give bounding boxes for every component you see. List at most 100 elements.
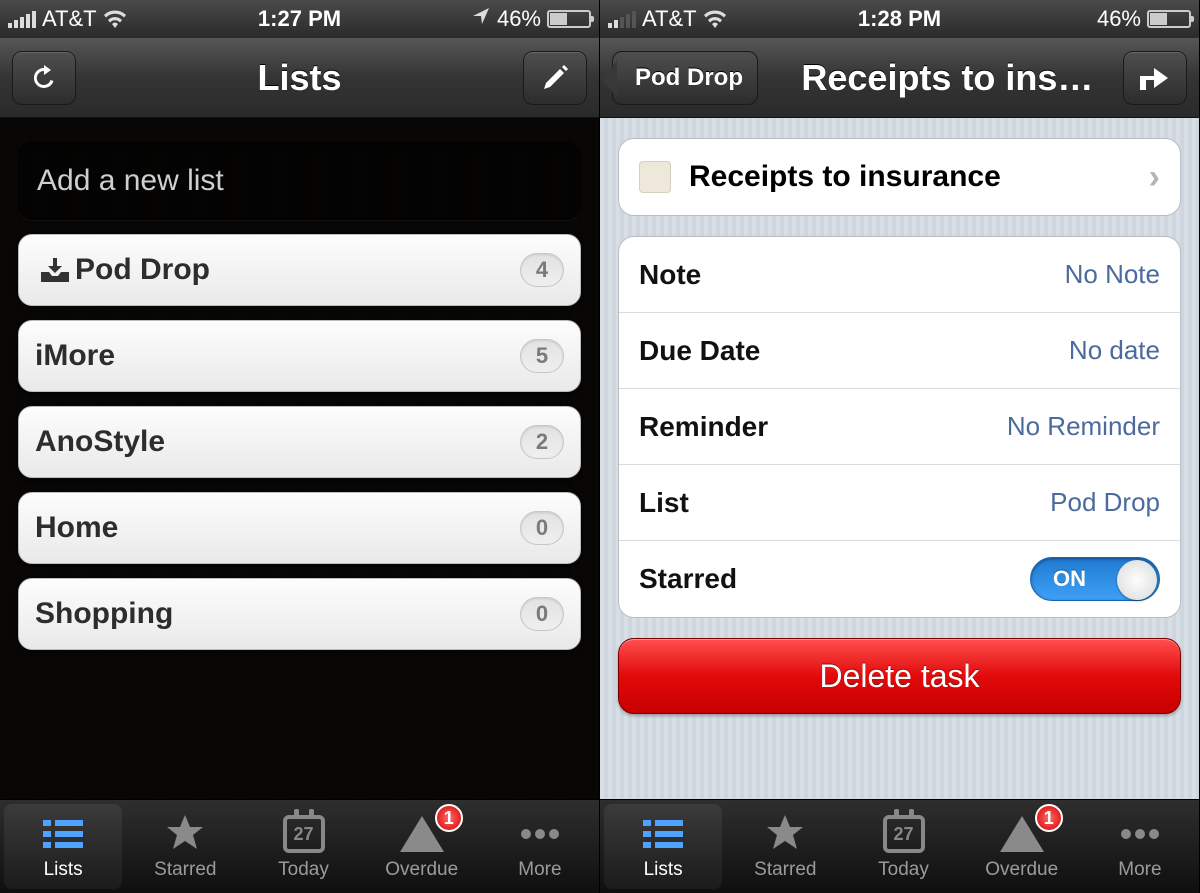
list-value: Pod Drop xyxy=(1050,487,1160,518)
status-time: 1:28 PM xyxy=(858,6,941,32)
inbox-icon xyxy=(35,256,75,284)
note-cell[interactable]: Note No Note xyxy=(619,237,1180,313)
lists-content: Add a new list Pod Drop4 iMore5 AnoStyle2 H… xyxy=(0,118,599,799)
task-checkbox[interactable] xyxy=(639,161,671,193)
tab-overdue[interactable]: Overdue 1 xyxy=(363,800,481,893)
reminder-label: Reminder xyxy=(639,411,1007,443)
tab-label: Today xyxy=(878,859,929,881)
location-icon xyxy=(471,6,491,32)
note-value: No Note xyxy=(1065,259,1160,290)
tab-more[interactable]: More xyxy=(1081,800,1199,893)
reminder-cell[interactable]: Reminder No Reminder xyxy=(619,389,1180,465)
chevron-right-icon: › xyxy=(1149,158,1160,197)
starred-cell: Starred ON xyxy=(619,541,1180,617)
tab-today[interactable]: 27 Today xyxy=(244,800,362,893)
carrier-label: AT&T xyxy=(42,6,97,32)
list-name: iMore xyxy=(35,339,520,373)
tab-more[interactable]: More xyxy=(481,800,599,893)
battery-percent: 46% xyxy=(1097,6,1141,32)
list-row[interactable]: Pod Drop4 xyxy=(18,234,581,306)
status-bar: AT&T 1:28 PM 46% xyxy=(600,0,1199,38)
screen-lists: AT&T 1:27 PM 46% Lists Add a new list Po… xyxy=(0,0,600,893)
share-button[interactable] xyxy=(1123,51,1187,105)
tab-label: Overdue xyxy=(385,859,458,881)
refresh-button[interactable] xyxy=(12,51,76,105)
tab-bar: Lists Starred 27 Today Overdue 1 More xyxy=(0,799,599,893)
due-date-cell[interactable]: Due Date No date xyxy=(619,313,1180,389)
delete-task-label: Delete task xyxy=(819,658,979,695)
due-date-value: No date xyxy=(1069,335,1160,366)
note-label: Note xyxy=(639,259,1065,291)
tab-bar: Lists Starred 27 Today Overdue 1 More xyxy=(600,799,1199,893)
tab-starred[interactable]: Starred xyxy=(726,800,844,893)
list-label: List xyxy=(639,487,1050,519)
reminder-value: No Reminder xyxy=(1007,411,1160,442)
wifi-icon xyxy=(103,10,127,28)
list-row[interactable]: Home0 xyxy=(18,492,581,564)
screen-task-detail: AT&T 1:28 PM 46% Pod Drop Receipts to in… xyxy=(600,0,1200,893)
task-title-group: Receipts to insurance › xyxy=(618,138,1181,216)
nav-title: Receipts to ins… xyxy=(801,57,1093,99)
nav-bar: Pod Drop Receipts to ins… xyxy=(600,38,1199,118)
tab-today-icon: 27 xyxy=(883,812,925,856)
signal-icon xyxy=(608,10,636,28)
list-count: 0 xyxy=(520,511,564,545)
tab-today-icon: 27 xyxy=(283,812,325,856)
status-bar: AT&T 1:27 PM 46% xyxy=(0,0,599,38)
tab-label: Starred xyxy=(154,859,216,881)
tab-lists-icon xyxy=(641,812,685,856)
tab-lists[interactable]: Lists xyxy=(4,804,122,889)
list-row[interactable]: iMore5 xyxy=(18,320,581,392)
calendar-icon: 27 xyxy=(283,815,325,853)
tab-label: More xyxy=(518,859,561,881)
wifi-icon xyxy=(703,10,727,28)
battery-icon xyxy=(1147,10,1191,28)
badge: 1 xyxy=(1035,804,1063,832)
tab-label: More xyxy=(1118,859,1161,881)
list-row[interactable]: Shopping0 xyxy=(18,578,581,650)
list-name: Pod Drop xyxy=(75,253,520,287)
status-time: 1:27 PM xyxy=(258,6,341,32)
tab-lists[interactable]: Lists xyxy=(604,804,722,889)
delete-task-button[interactable]: Delete task xyxy=(618,638,1181,714)
calendar-icon: 27 xyxy=(883,815,925,853)
starred-toggle[interactable]: ON xyxy=(1030,557,1160,601)
battery-icon xyxy=(547,10,591,28)
list-name: Home xyxy=(35,511,520,545)
tab-more-icon xyxy=(1118,812,1162,856)
tab-lists-icon xyxy=(41,812,85,856)
tab-label: Lists xyxy=(644,859,683,881)
badge: 1 xyxy=(435,804,463,832)
list-row[interactable]: AnoStyle2 xyxy=(18,406,581,478)
nav-bar: Lists xyxy=(0,38,599,118)
list-count: 5 xyxy=(520,339,564,373)
task-fields-group: Note No Note Due Date No date Reminder N… xyxy=(618,236,1181,618)
battery-percent: 46% xyxy=(497,6,541,32)
task-title-cell[interactable]: Receipts to insurance › xyxy=(619,139,1180,215)
list-count: 0 xyxy=(520,597,564,631)
toggle-on-label: ON xyxy=(1053,566,1086,592)
due-date-label: Due Date xyxy=(639,335,1069,367)
add-list-input[interactable]: Add a new list xyxy=(18,142,581,220)
tab-more-icon xyxy=(518,812,562,856)
list-name: AnoStyle xyxy=(35,425,520,459)
starred-label: Starred xyxy=(639,563,1030,595)
tab-starred[interactable]: Starred xyxy=(126,800,244,893)
back-button-label: Pod Drop xyxy=(635,64,743,92)
signal-icon xyxy=(8,10,36,28)
tab-overdue[interactable]: Overdue 1 xyxy=(963,800,1081,893)
nav-title: Lists xyxy=(257,57,341,99)
tab-starred-icon xyxy=(763,812,807,856)
list-count: 4 xyxy=(520,253,564,287)
tab-label: Starred xyxy=(754,859,816,881)
toggle-knob xyxy=(1117,560,1157,600)
tab-today[interactable]: 27 Today xyxy=(844,800,962,893)
back-button[interactable]: Pod Drop xyxy=(612,51,758,105)
list-cell[interactable]: List Pod Drop xyxy=(619,465,1180,541)
tab-label: Today xyxy=(278,859,329,881)
task-content: Receipts to insurance › Note No Note Due… xyxy=(600,118,1199,799)
task-title-label: Receipts to insurance xyxy=(689,160,1139,194)
tab-label: Overdue xyxy=(985,859,1058,881)
add-list-placeholder: Add a new list xyxy=(37,164,224,198)
edit-button[interactable] xyxy=(523,51,587,105)
